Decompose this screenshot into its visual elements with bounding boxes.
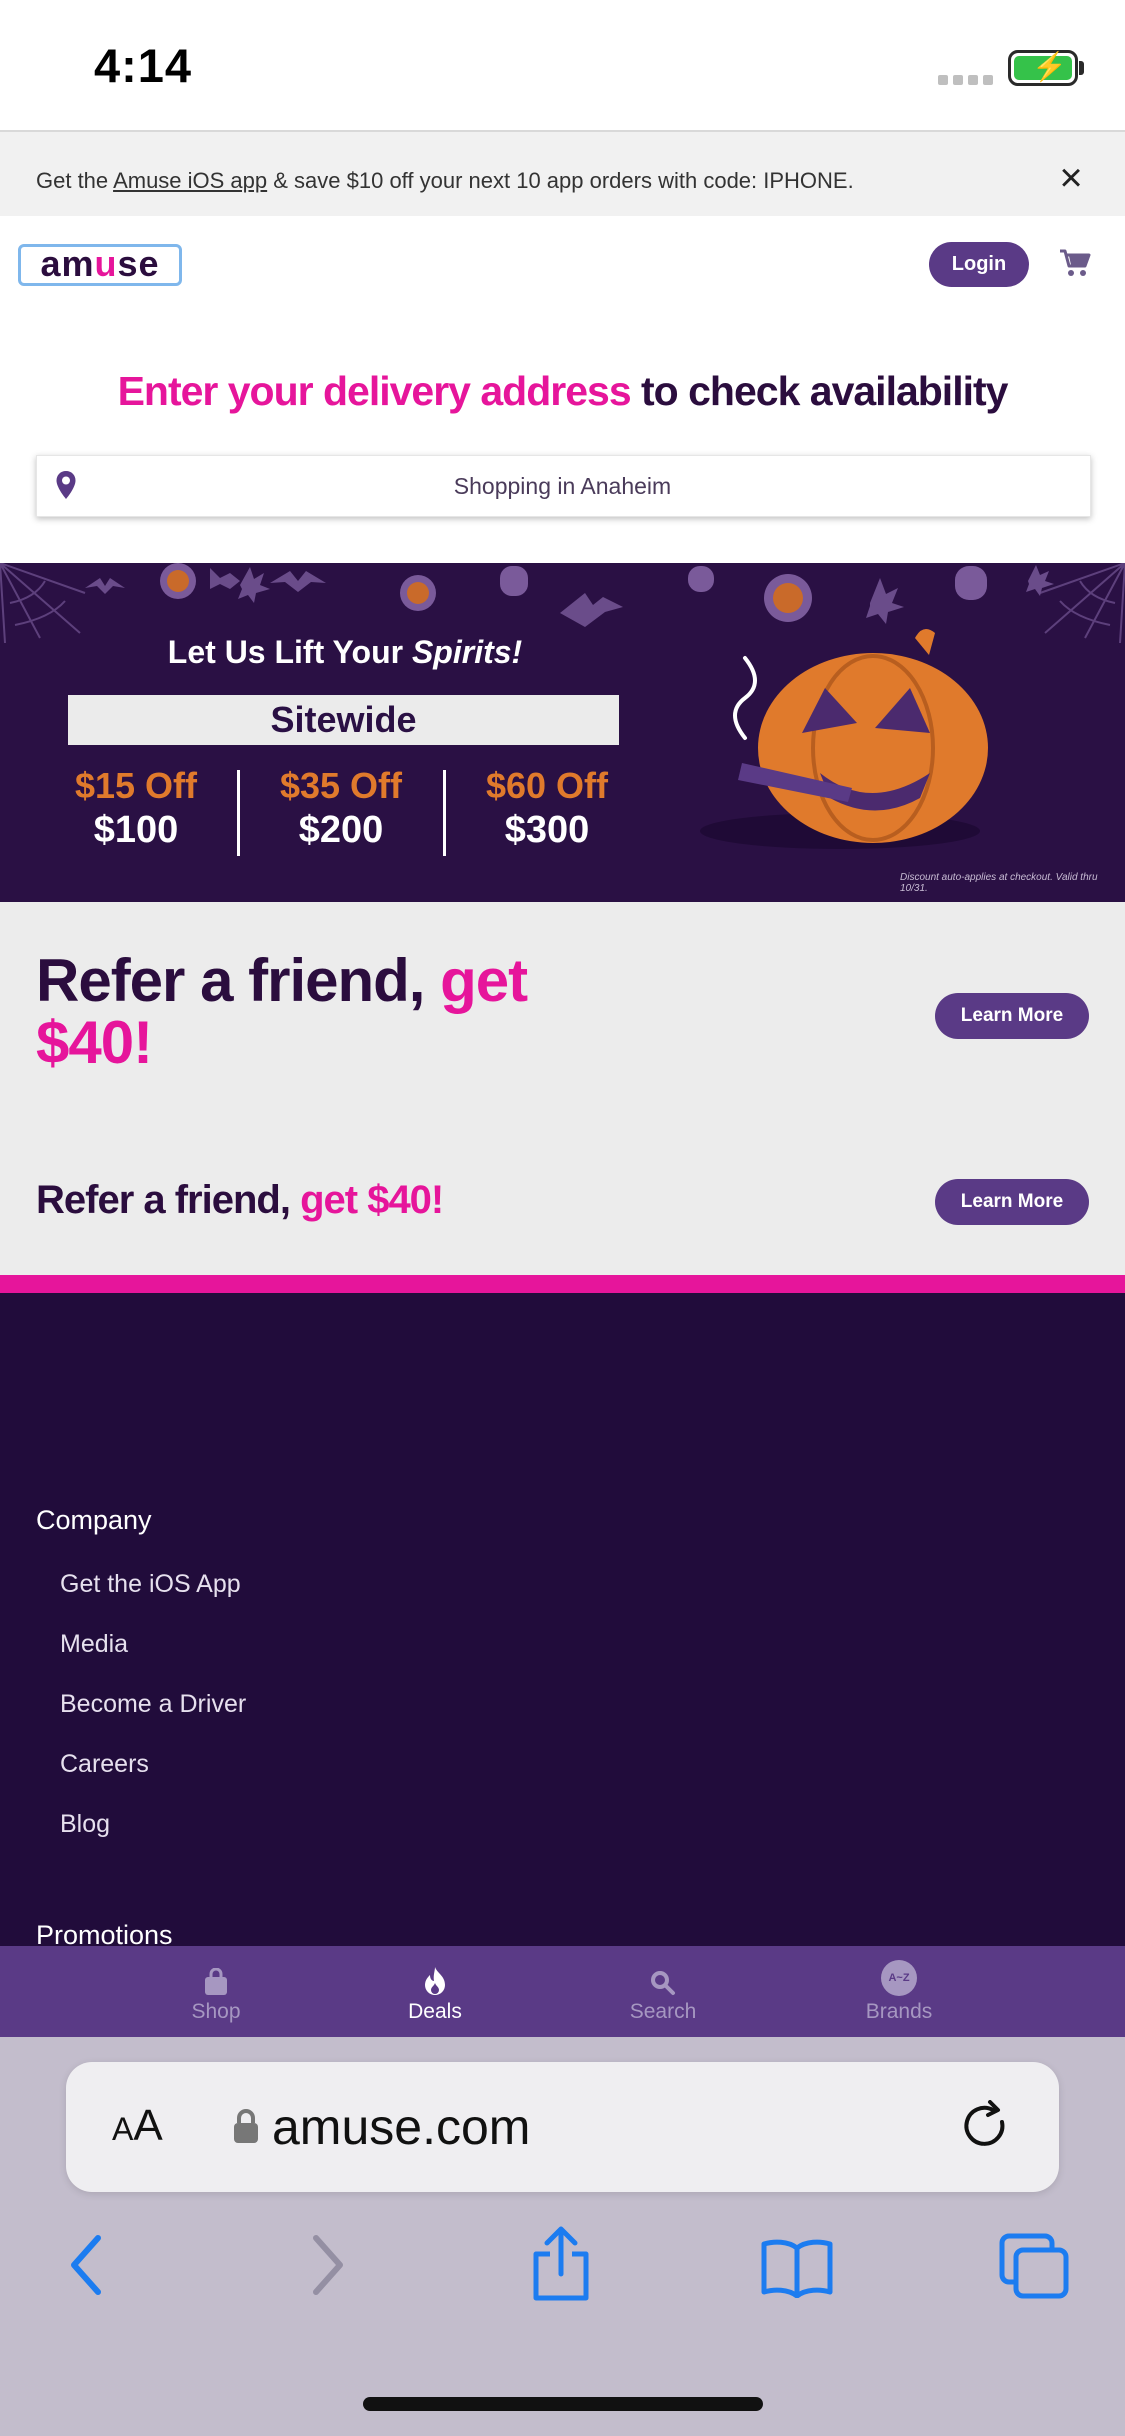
sitewide-label: Sitewide — [68, 695, 619, 745]
discount-tier: $35 Off $200 — [279, 765, 403, 851]
bookmarks-icon[interactable] — [760, 2238, 834, 2303]
ios-app-link[interactable]: Amuse iOS app — [113, 168, 267, 193]
tab-search[interactable]: Search — [588, 1960, 738, 2024]
footer-link-media[interactable]: Media — [60, 1630, 128, 1659]
delivery-heading: Enter your delivery address to check ava… — [117, 368, 1009, 414]
login-button[interactable]: Login — [929, 242, 1029, 287]
search-icon — [588, 1960, 738, 1996]
signal-icon — [938, 72, 998, 90]
accent-divider — [0, 1275, 1125, 1293]
amuse-logo[interactable]: amuse — [18, 244, 182, 286]
learn-more-button[interactable]: Learn More — [935, 1179, 1089, 1225]
address-bar[interactable] — [66, 2062, 1059, 2192]
learn-more-button[interactable]: Learn More — [935, 993, 1089, 1039]
close-icon[interactable]: × — [1053, 158, 1089, 198]
halloween-title: Let Us Lift Your Spirits! — [167, 634, 523, 670]
battery-icon: ⚡ — [1008, 50, 1078, 86]
tier-divider — [237, 770, 240, 856]
footer-company-heading: Company — [36, 1505, 152, 1535]
brands-az-icon: A~Z — [824, 1960, 974, 1996]
cart-icon[interactable] — [1058, 248, 1092, 283]
battery-nub — [1079, 61, 1084, 75]
footer-link-blog[interactable]: Blog — [60, 1810, 110, 1839]
reader-aa-button[interactable]: AA — [112, 2101, 163, 2151]
home-indicator — [363, 2397, 763, 2411]
flame-icon — [360, 1960, 510, 1996]
footer-link-ios-app[interactable]: Get the iOS App — [60, 1570, 241, 1599]
status-time: 4:14 — [94, 39, 193, 92]
footer-link-careers[interactable]: Careers — [60, 1750, 149, 1779]
tab-brands[interactable]: A~Z Brands — [824, 1960, 974, 2024]
tier-divider — [443, 770, 446, 856]
site-footer — [0, 1293, 1125, 1946]
footer-link-driver[interactable]: Become a Driver — [60, 1690, 246, 1719]
reload-icon[interactable] — [962, 2100, 1012, 2159]
tab-shop[interactable]: Shop — [141, 1960, 291, 2024]
tab-deals[interactable]: Deals — [360, 1960, 510, 2024]
bag-icon — [141, 1960, 291, 1996]
share-icon[interactable] — [530, 2226, 592, 2307]
discount-tier: $15 Off $100 — [74, 765, 198, 851]
refer-heading-large: Refer a friend, get $40! — [36, 947, 528, 1076]
address-value[interactable]: Shopping in Anaheim — [36, 473, 1089, 500]
back-icon[interactable] — [66, 2232, 106, 2303]
halloween-footnote: Discount auto-applies at checkout. Valid… — [900, 872, 1098, 894]
forward-icon[interactable] — [308, 2232, 348, 2303]
url-text[interactable]: amuse.com — [272, 2098, 530, 2156]
app-promo-text: Get the Amuse iOS app & save $10 off you… — [36, 168, 854, 193]
refer-heading-small: Refer a friend, get $40! — [36, 1178, 444, 1222]
lock-icon — [232, 2108, 260, 2149]
tabs-icon[interactable] — [998, 2232, 1070, 2305]
discount-tier: $60 Off $300 — [485, 765, 609, 851]
